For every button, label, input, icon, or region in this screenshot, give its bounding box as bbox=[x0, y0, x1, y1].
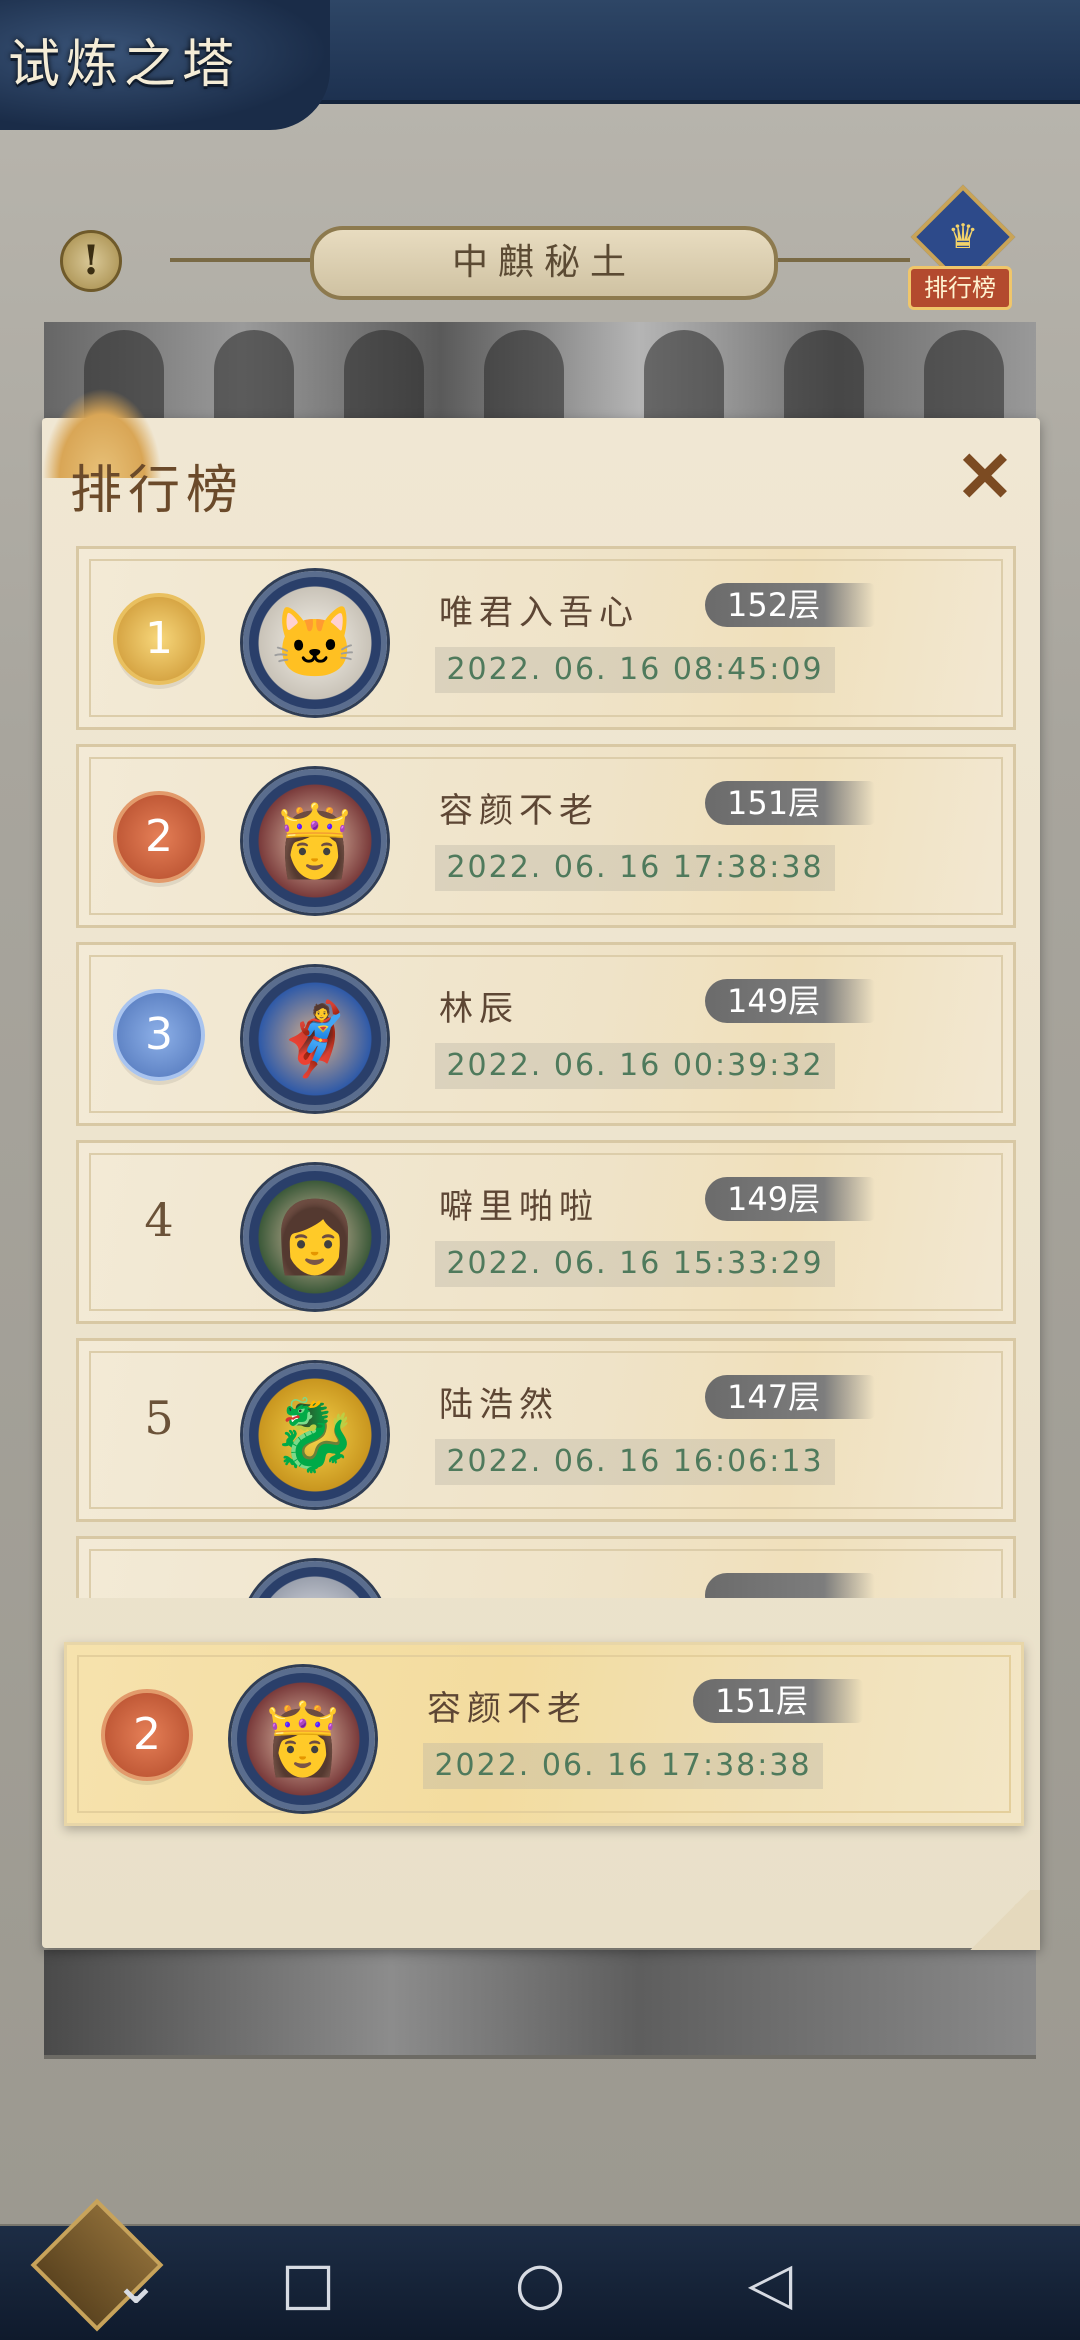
blue-medal-icon: 3 bbox=[113, 989, 205, 1081]
record-time: 2022. 06. 16 17:38:38 bbox=[435, 845, 835, 891]
hero-silhouette bbox=[784, 330, 864, 430]
record-time: 2022. 06. 16 15:33:29 bbox=[435, 1241, 835, 1287]
player-name: 陆浩然 bbox=[439, 1385, 559, 1425]
landscape-strip bbox=[44, 1950, 1036, 2059]
silver-medal-icon: 2 bbox=[113, 791, 205, 883]
floor-badge: 152层 bbox=[705, 583, 875, 627]
player-name: 林辰 bbox=[439, 989, 519, 1029]
silver-medal-icon: 2 bbox=[101, 1689, 193, 1781]
floor-badge: 149层 bbox=[705, 1177, 875, 1221]
rank-number: 4 bbox=[144, 1193, 174, 1247]
page-curl-ornament bbox=[960, 1890, 1040, 1950]
panel-title: 排行榜 bbox=[70, 461, 245, 521]
record-time: 2022. 06. 16 16:06:13 bbox=[435, 1439, 835, 1485]
floor-badge: 151层 bbox=[693, 1679, 863, 1723]
hero-silhouette bbox=[344, 330, 424, 430]
ranking-row[interactable]: 4 👩 噼里啪啦 149层 2022. 06. 16 15:33:29 bbox=[76, 1140, 1016, 1324]
exclamation-icon[interactable]: ! bbox=[60, 230, 122, 292]
ranking-button[interactable]: ♛ 排行榜 bbox=[908, 184, 1016, 310]
superhero-man-avatar: 🦸 bbox=[243, 967, 387, 1111]
square-icon[interactable]: □ bbox=[268, 2246, 348, 2320]
record-time: 2022. 06. 16 08:45:09 bbox=[435, 647, 835, 693]
ranking-button-label: 排行榜 bbox=[908, 266, 1012, 310]
floor-badge: 147层 bbox=[705, 1375, 875, 1419]
ranking-row[interactable]: 3 🦸 林辰 149层 2022. 06. 16 00:39:32 bbox=[76, 942, 1016, 1126]
ranking-row[interactable] bbox=[76, 1536, 1016, 1598]
circle-icon[interactable]: ○ bbox=[500, 2246, 580, 2320]
crowned-woman-avatar: 👸 bbox=[243, 769, 387, 913]
record-time: 2022. 06. 16 00:39:32 bbox=[435, 1043, 835, 1089]
hero-silhouette bbox=[924, 330, 1004, 430]
chevron-down-icon[interactable]: ⌄ bbox=[96, 2246, 176, 2320]
hero-silhouette bbox=[644, 330, 724, 430]
top-banner: 试炼之塔 bbox=[0, 0, 1080, 130]
flower-woman-avatar: 👩 bbox=[243, 1165, 387, 1309]
triangle-back-icon[interactable]: ◁ bbox=[730, 2246, 810, 2320]
rank-number: 5 bbox=[144, 1391, 174, 1445]
crowned-woman-avatar: 👸 bbox=[231, 1667, 375, 1811]
page-title: 试炼之塔 bbox=[8, 35, 241, 95]
floor-badge bbox=[705, 1573, 875, 1598]
ranking-row[interactable]: 1 🐱 唯君入吾心 152层 2022. 06. 16 08:45:09 bbox=[76, 546, 1016, 730]
ranking-list[interactable]: 1 🐱 唯君入吾心 152层 2022. 06. 16 08:45:09 2 👸… bbox=[76, 546, 1016, 1598]
floor-badge: 149层 bbox=[705, 979, 875, 1023]
hero-strip bbox=[44, 322, 1036, 430]
ranking-row[interactable]: 5 🐉 陆浩然 147层 2022. 06. 16 16:06:13 bbox=[76, 1338, 1016, 1522]
white-cat-avatar: 🐱 bbox=[243, 571, 387, 715]
ranking-row[interactable]: 2 👸 容颜不老 151层 2022. 06. 16 17:38:38 bbox=[76, 744, 1016, 928]
map-name: 中麒秘土 bbox=[310, 226, 778, 300]
player-name: 噼里啪啦 bbox=[439, 1187, 599, 1227]
hero-silhouette bbox=[214, 330, 294, 430]
player-name: 容颜不老 bbox=[439, 791, 599, 831]
record-time: 2022. 06. 16 17:38:38 bbox=[423, 1743, 823, 1789]
gold-medal-icon: 1 bbox=[113, 593, 205, 685]
hero-silhouette bbox=[484, 330, 564, 430]
close-x-icon[interactable]: ✕ bbox=[950, 442, 1020, 512]
golden-dragon-avatar: 🐉 bbox=[243, 1363, 387, 1507]
player-name: 容颜不老 bbox=[427, 1689, 587, 1729]
player-name: 唯君入吾心 bbox=[439, 593, 639, 633]
silver-hair-avatar bbox=[243, 1561, 387, 1598]
floor-badge: 151层 bbox=[705, 781, 875, 825]
my-ranking-row[interactable]: 2 👸 容颜不老 151层 2022. 06. 16 17:38:38 bbox=[64, 1642, 1024, 1826]
